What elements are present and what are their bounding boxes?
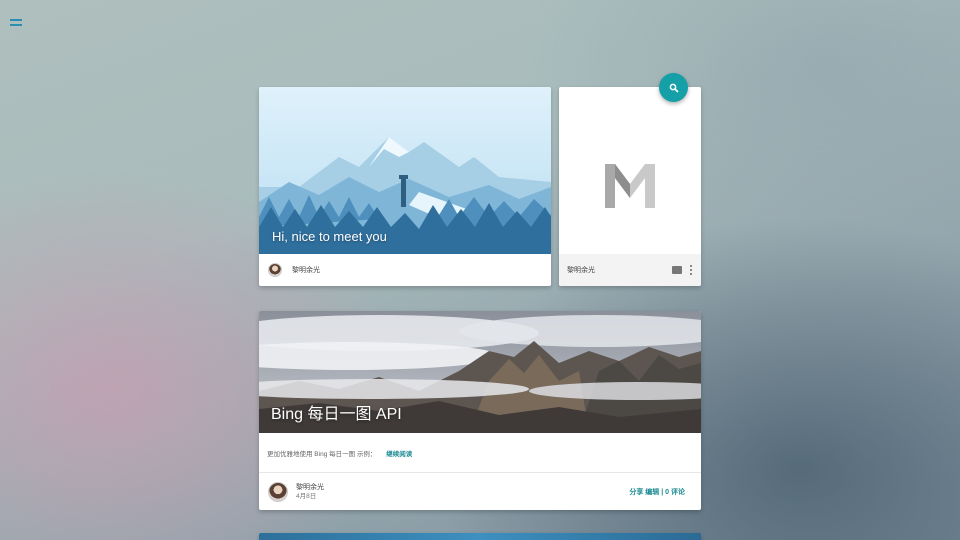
- edit-link[interactable]: 编辑: [645, 489, 659, 496]
- card-title[interactable]: Bing 每日一图 API: [271, 400, 402, 424]
- comments-link[interactable]: 0 评论: [665, 489, 685, 496]
- post-card-next[interactable]: [259, 533, 701, 540]
- card-title[interactable]: Hi, nice to meet you: [272, 229, 387, 244]
- more-vert-icon[interactable]: [690, 265, 693, 275]
- divider: [259, 472, 701, 473]
- m-logo: [605, 164, 655, 208]
- film-icon[interactable]: [672, 266, 682, 274]
- avatar[interactable]: [268, 482, 288, 502]
- card-footer: 黎明余光: [559, 254, 701, 286]
- card-footer: 黎明余光: [259, 254, 551, 286]
- description-text: 更加优雅地使用 Bing 每日一图 示例：: [267, 451, 377, 458]
- search-icon: [669, 83, 679, 93]
- card-footer: 黎明余光 4月8日 分享 编辑 | 0 评论: [268, 478, 685, 506]
- author-name[interactable]: 黎明余光: [292, 265, 320, 275]
- post-card-bing[interactable]: Bing 每日一图 API 更加优雅地使用 Bing 每日一图 示例： 继续阅读…: [259, 311, 701, 510]
- menu-icon[interactable]: [10, 19, 22, 27]
- post-card-hero[interactable]: Hi, nice to meet you 黎明余光: [259, 87, 551, 286]
- post-actions: 分享 编辑 | 0 评论: [629, 487, 685, 497]
- post-date: 4月8日: [296, 493, 317, 500]
- read-more-link[interactable]: 继续阅读: [386, 451, 412, 458]
- share-link[interactable]: 分享: [629, 489, 643, 496]
- card-description: 更加优雅地使用 Bing 每日一图 示例： 继续阅读: [267, 448, 412, 458]
- post-meta: 黎明余光 4月8日: [296, 483, 324, 501]
- author-name[interactable]: 黎明余光: [296, 483, 324, 492]
- avatar[interactable]: [268, 263, 282, 277]
- separator: |: [661, 489, 664, 496]
- author-name[interactable]: 黎明余光: [567, 265, 595, 275]
- search-button[interactable]: [659, 73, 688, 102]
- post-card-m[interactable]: 黎明余光: [559, 87, 701, 286]
